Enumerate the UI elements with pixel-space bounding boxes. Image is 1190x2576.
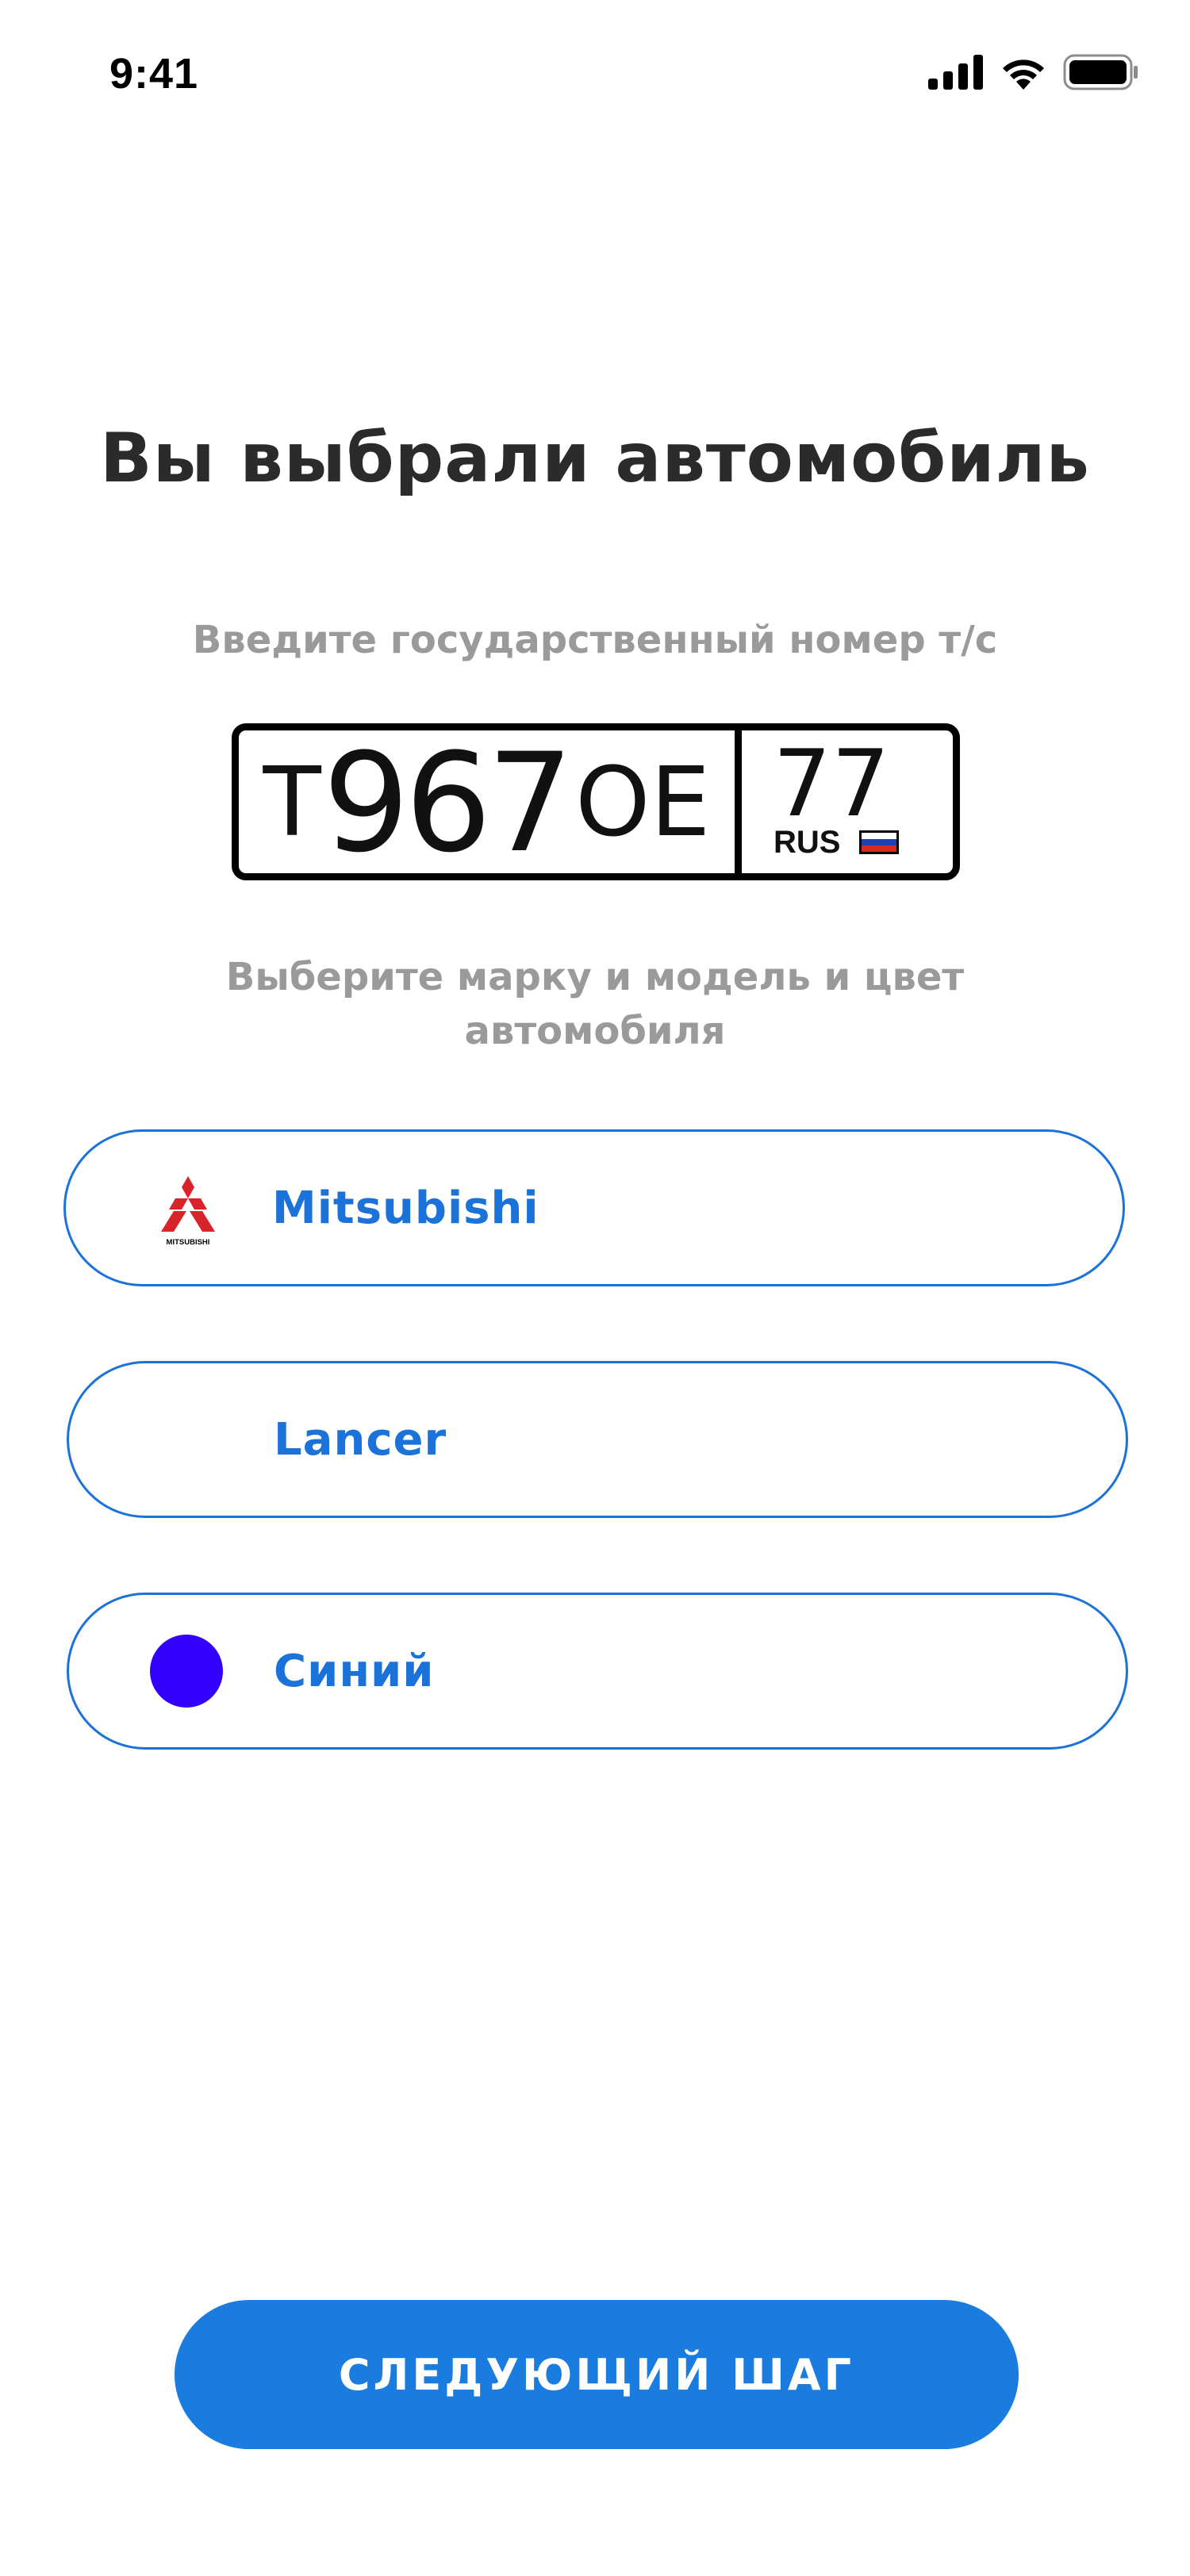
status-icons — [928, 54, 1139, 90]
plate-last-letters: ОЕ — [575, 748, 711, 858]
color-select[interactable]: Синий — [67, 1593, 1128, 1750]
battery-icon — [1063, 54, 1138, 90]
plate-number: Т 967 ОЕ — [239, 730, 742, 873]
plate-first-letter: Т — [263, 748, 321, 858]
color-swatch — [150, 1635, 223, 1708]
license-plate[interactable]: Т 967 ОЕ 77 RUS — [232, 723, 960, 880]
plate-region: 77 — [773, 730, 890, 838]
status-time: 9:41 — [109, 50, 199, 98]
brand-label: Mitsubishi — [272, 1182, 539, 1234]
brand-select[interactable]: MITSUBISHI Mitsubishi — [63, 1129, 1125, 1286]
cellular-signal-icon — [928, 55, 983, 90]
color-label: Синий — [274, 1645, 435, 1697]
brand-logo-text: MITSUBISHI — [167, 1238, 210, 1247]
wifi-icon — [1003, 59, 1044, 90]
plate-region-box: 77 RUS — [742, 730, 953, 873]
model-label: Lancer — [274, 1413, 447, 1466]
mitsubishi-logo-icon: MITSUBISHI — [161, 1176, 215, 1247]
plate-instruction: Введите государственный номер т/с — [192, 618, 998, 662]
next-step-button[interactable]: СЛЕДУЮЩИЙ ШАГ — [175, 2300, 1019, 2449]
russian-flag-icon — [859, 830, 899, 854]
page-title: Вы выбрали автомобиль — [100, 419, 1090, 498]
plate-country: RUS — [774, 825, 841, 860]
plate-digits: 967 — [322, 723, 574, 883]
model-select[interactable]: Lancer — [67, 1361, 1128, 1518]
car-instruction: Выберите марку и модель и цвет автомобил… — [225, 955, 965, 1053]
